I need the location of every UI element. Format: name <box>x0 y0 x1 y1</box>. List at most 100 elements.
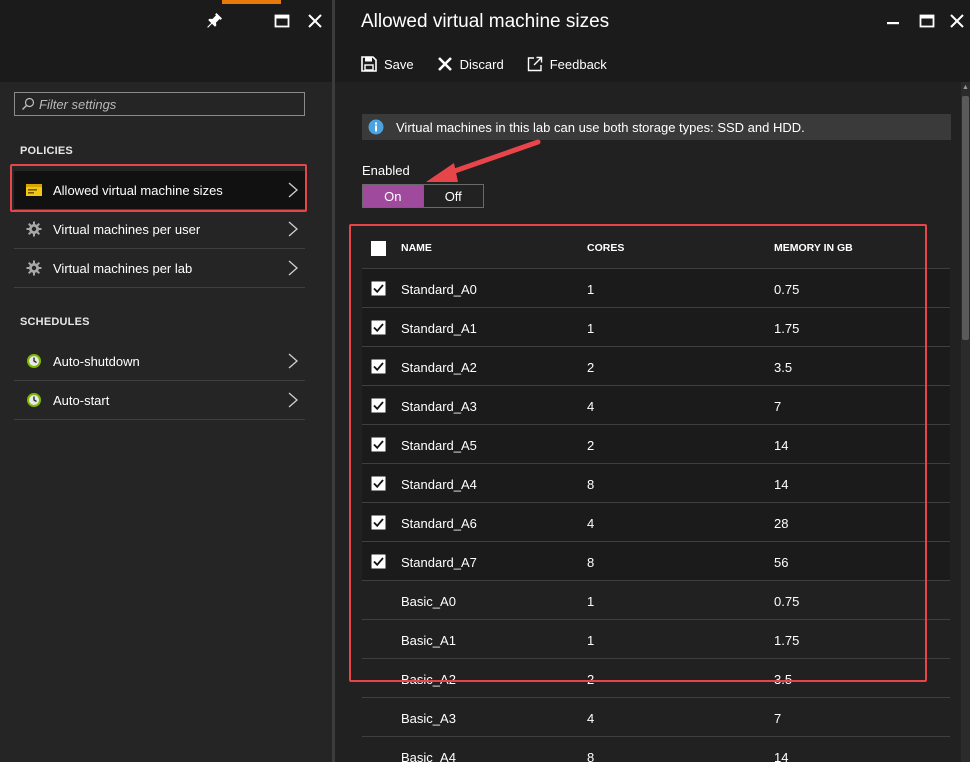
cell-cores: 2 <box>587 438 595 453</box>
cell-cores: 4 <box>587 399 595 414</box>
policies-section-title: POLICIES <box>20 145 73 157</box>
cell-name: Basic_A4 <box>401 750 456 762</box>
row-checkbox[interactable] <box>371 554 386 569</box>
column-header-name[interactable]: NAME <box>401 242 432 254</box>
annotation-arrow <box>426 139 541 182</box>
cell-memory: 7 <box>774 711 782 726</box>
save-icon <box>361 56 377 72</box>
clock-icon <box>25 391 43 409</box>
cell-memory: 14 <box>774 477 789 492</box>
cell-memory: 56 <box>774 555 789 570</box>
table-row[interactable]: Standard_A2 2 3.5 <box>362 347 950 386</box>
cell-name: Standard_A2 <box>401 360 477 375</box>
feedback-label: Feedback <box>549 56 607 72</box>
cell-name: Standard_A4 <box>401 477 477 492</box>
column-header-memory[interactable]: MEMORY IN GB <box>774 242 853 254</box>
menu-item-vms-per-user[interactable]: Virtual machines per user <box>14 210 305 249</box>
toggle-on-button[interactable]: On <box>363 185 423 207</box>
cell-name: Standard_A6 <box>401 516 477 531</box>
maximize-icon[interactable] <box>269 8 295 34</box>
row-checkbox[interactable] <box>371 476 386 491</box>
cell-name: Standard_A5 <box>401 438 477 453</box>
minimize-icon[interactable] <box>880 8 906 34</box>
table-row[interactable]: Standard_A0 1 0.75 <box>362 269 950 308</box>
table-row[interactable]: Basic_A2 2 3.5 <box>362 659 950 698</box>
table-row[interactable]: Basic_A0 1 0.75 <box>362 581 950 620</box>
pin-icon[interactable] <box>201 8 227 34</box>
menu-item-label: Auto-start <box>53 392 110 408</box>
cell-cores: 4 <box>587 711 595 726</box>
row-checkbox[interactable] <box>371 437 386 452</box>
enabled-label: Enabled <box>362 163 410 178</box>
table-row[interactable]: Basic_A4 8 14 <box>362 737 950 762</box>
row-checkbox[interactable] <box>371 320 386 335</box>
row-checkbox[interactable] <box>371 359 386 374</box>
cell-cores: 8 <box>587 477 595 492</box>
save-button[interactable]: Save <box>360 55 414 73</box>
table-row[interactable]: Basic_A3 4 7 <box>362 698 950 737</box>
cell-cores: 1 <box>587 321 595 336</box>
menu-item-auto-shutdown[interactable]: Auto-shutdown <box>14 342 305 381</box>
menu-item-vms-per-lab[interactable]: Virtual machines per lab <box>14 249 305 288</box>
cell-memory: 7 <box>774 399 782 414</box>
save-label: Save <box>384 56 414 72</box>
cell-name: Basic_A3 <box>401 711 456 726</box>
toggle-off-button[interactable]: Off <box>422 185 483 207</box>
close-icon[interactable] <box>944 8 970 34</box>
table-row[interactable]: Standard_A3 4 7 <box>362 386 950 425</box>
cell-memory: 28 <box>774 516 789 531</box>
vm-sizes-table: NAME CORES MEMORY IN GB Standard_A0 1 0.75… <box>362 228 950 762</box>
external-link-icon <box>527 56 542 72</box>
cell-memory: 3.5 <box>774 672 793 687</box>
cell-memory: 0.75 <box>774 282 800 297</box>
maximize-icon[interactable] <box>914 8 940 34</box>
select-all-checkbox[interactable] <box>371 241 386 256</box>
clock-icon <box>25 352 43 370</box>
column-header-cores[interactable]: CORES <box>587 242 624 254</box>
discard-icon <box>437 57 452 71</box>
cell-cores: 8 <box>587 750 595 762</box>
row-checkbox[interactable] <box>371 281 386 296</box>
table-row[interactable]: Standard_A7 8 56 <box>362 542 950 581</box>
menu-item-label: Auto-shutdown <box>53 353 140 369</box>
menu-item-label: Virtual machines per user <box>53 221 201 237</box>
chevron-right-icon <box>287 220 299 238</box>
close-icon[interactable] <box>302 8 328 34</box>
chevron-right-icon <box>287 259 299 277</box>
feedback-button[interactable]: Feedback <box>526 55 607 73</box>
blade-title: Allowed virtual machine sizes <box>361 11 610 32</box>
info-icon <box>368 119 384 135</box>
cell-memory: 14 <box>774 438 789 453</box>
filter-settings-input[interactable] <box>39 96 289 112</box>
menu-item-auto-start[interactable]: Auto-start <box>14 381 305 420</box>
schedules-section-title: SCHEDULES <box>20 316 90 328</box>
cell-name: Basic_A2 <box>401 672 456 687</box>
cell-name: Standard_A0 <box>401 282 477 297</box>
cell-name: Standard_A3 <box>401 399 477 414</box>
table-header-row: NAME CORES MEMORY IN GB <box>362 228 950 269</box>
discard-button[interactable]: Discard <box>436 55 504 73</box>
cell-name: Basic_A0 <box>401 594 456 609</box>
discard-label: Discard <box>459 56 504 72</box>
table-row[interactable]: Standard_A1 1 1.75 <box>362 308 950 347</box>
table-row[interactable]: Standard_A5 2 14 <box>362 425 950 464</box>
row-checkbox[interactable] <box>371 515 386 530</box>
table-row[interactable]: Standard_A6 4 28 <box>362 503 950 542</box>
table-row[interactable]: Basic_A1 1 1.75 <box>362 620 950 659</box>
row-checkbox[interactable] <box>371 398 386 413</box>
table-row[interactable]: Standard_A4 8 14 <box>362 464 950 503</box>
info-text: Virtual machines in this lab can use bot… <box>396 119 805 135</box>
cell-cores: 1 <box>587 594 595 609</box>
cell-cores: 2 <box>587 360 595 375</box>
scrollbar-thumb[interactable] <box>962 96 969 340</box>
scroll-up-icon[interactable]: ▲ <box>962 84 969 92</box>
cell-memory: 1.75 <box>774 321 800 336</box>
search-icon <box>22 97 35 110</box>
table-body: Standard_A0 1 0.75 Standard_A1 1 1.75 Standard… <box>362 269 950 762</box>
cell-memory: 0.75 <box>774 594 800 609</box>
cell-memory: 3.5 <box>774 360 793 375</box>
gear-icon <box>25 220 43 238</box>
cell-cores: 1 <box>587 633 595 648</box>
cell-cores: 4 <box>587 516 595 531</box>
filter-settings-box[interactable] <box>14 92 305 116</box>
